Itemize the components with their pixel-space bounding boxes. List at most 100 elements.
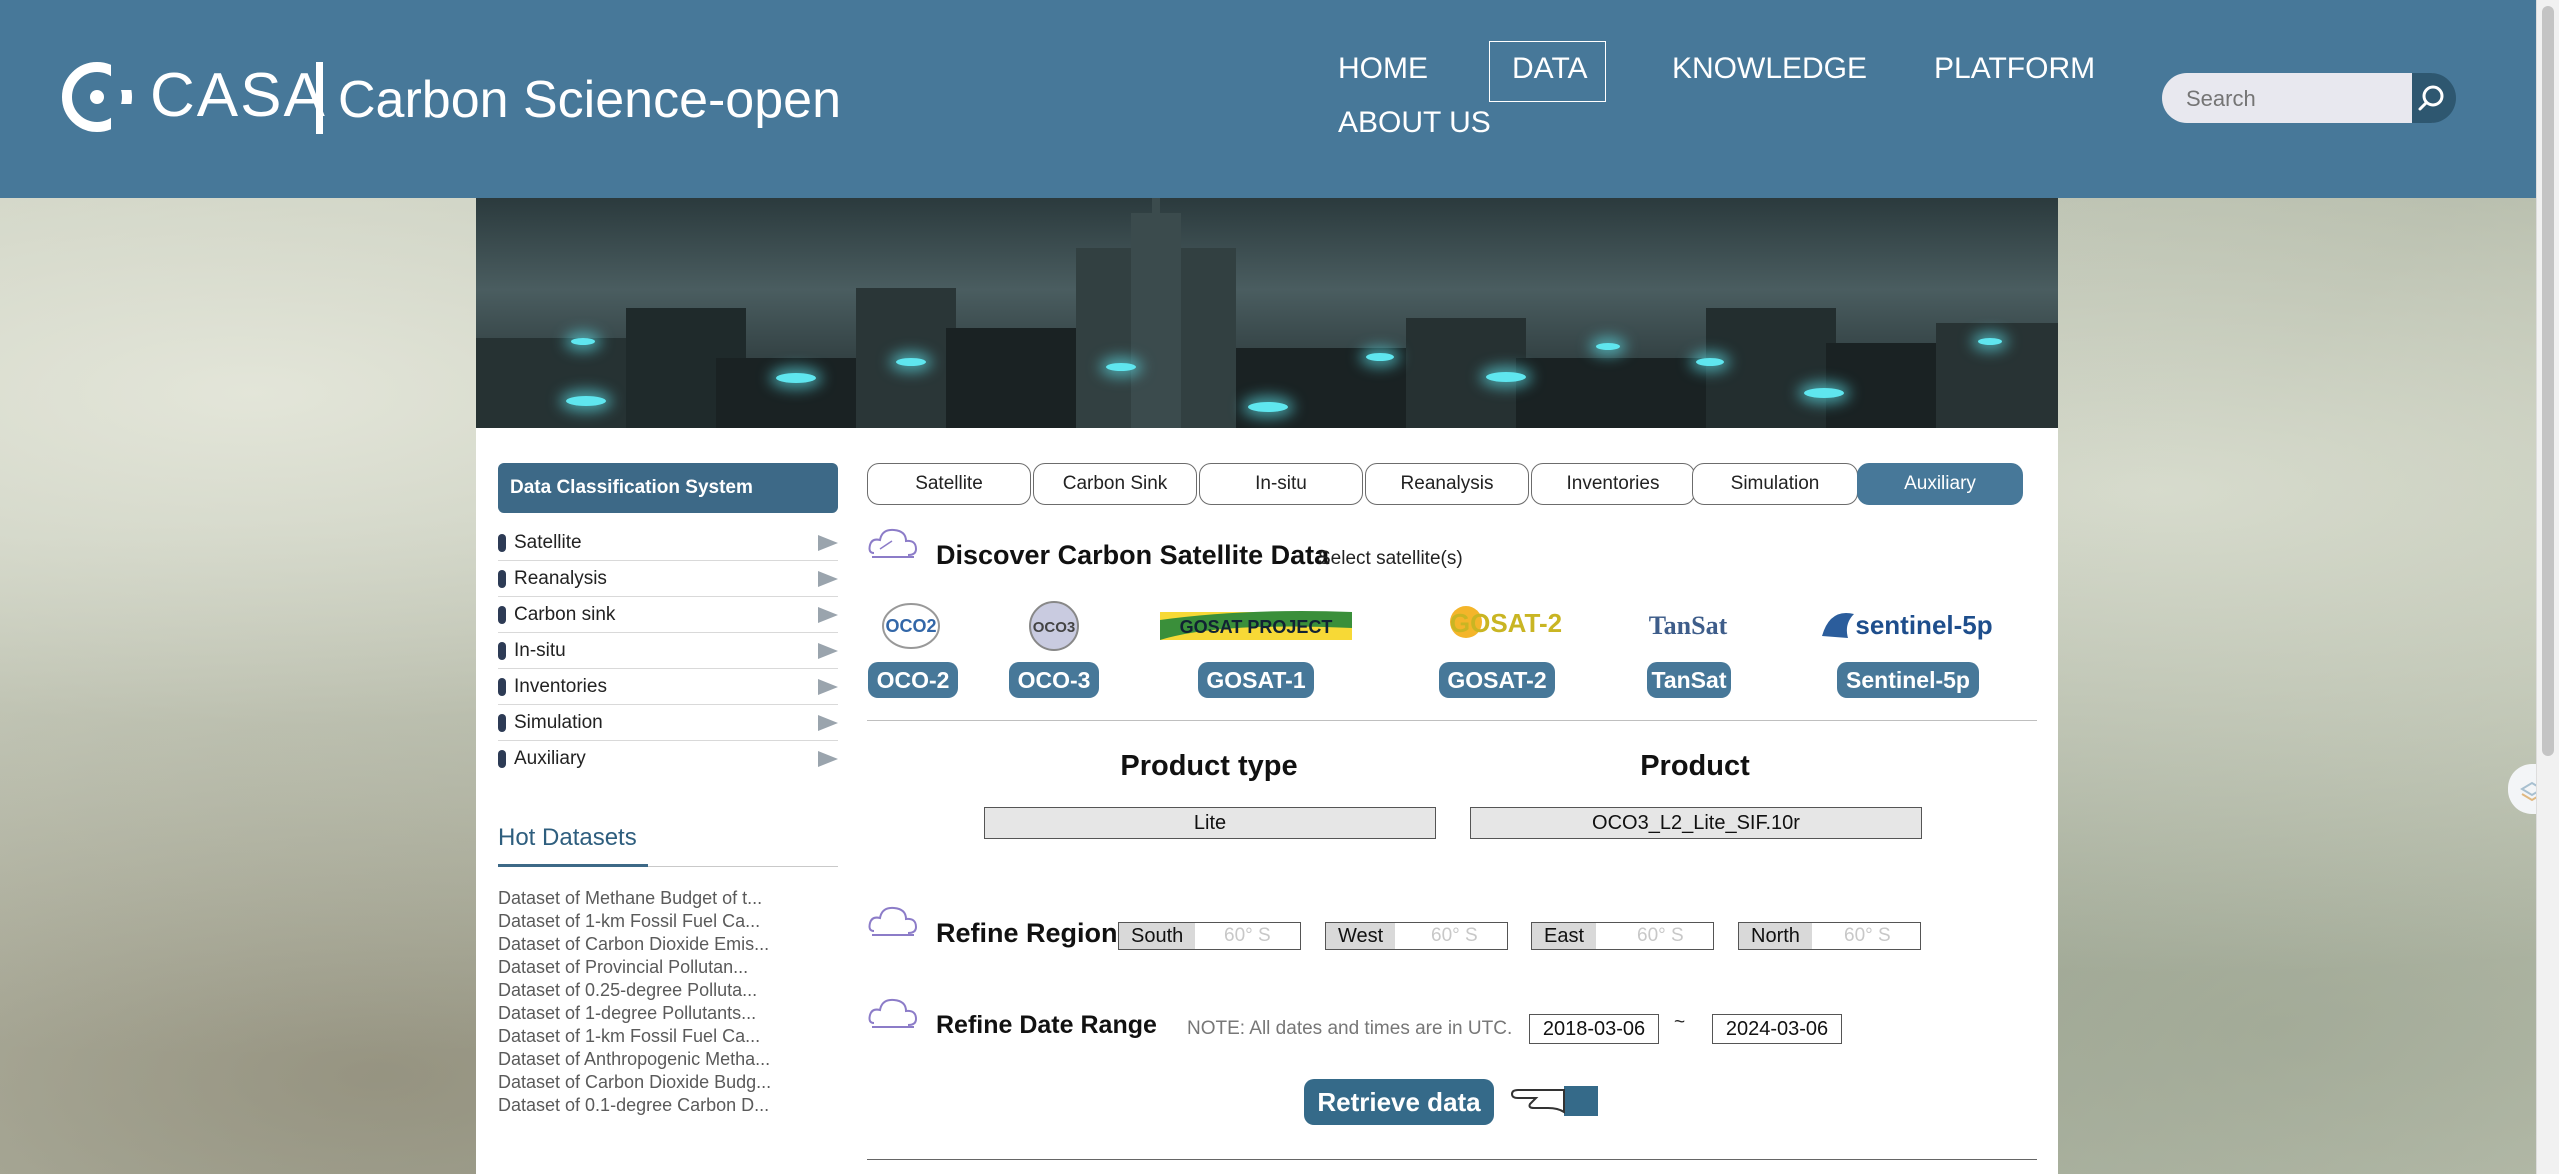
date-separator: ~ — [1674, 1012, 1686, 1033]
oco3-logo-icon[interactable]: OCO3 — [1024, 596, 1084, 656]
hot-dataset-link[interactable]: Dataset of Methane Budget of t... — [498, 888, 762, 909]
end-date-input[interactable]: 2024-03-06 — [1712, 1014, 1842, 1044]
west-label: West — [1326, 923, 1396, 949]
svg-text:OCO3: OCO3 — [1033, 619, 1076, 636]
sidebar-item-carbon-sink[interactable]: Carbon sink — [498, 598, 838, 633]
oco-2-button[interactable]: OCO-2 — [868, 662, 958, 698]
sidebar-item-label: Simulation — [514, 712, 603, 733]
tab-inventories[interactable]: Inventories — [1531, 463, 1695, 505]
hot-dataset-link[interactable]: Dataset of Anthropogenic Metha... — [498, 1049, 770, 1070]
sidebar-item-inventories[interactable]: Inventories — [498, 670, 838, 705]
north-field[interactable]: North 60° S — [1738, 922, 1921, 950]
tab-in-situ[interactable]: In-situ — [1199, 463, 1363, 505]
tab-reanalysis[interactable]: Reanalysis — [1365, 463, 1529, 505]
product-heading: Product — [1640, 750, 1750, 782]
east-input[interactable]: 60° S — [1637, 923, 1684, 949]
hot-dataset-link[interactable]: Dataset of 1-km Fossil Fuel Ca... — [498, 911, 760, 932]
sentinel-5p-button[interactable]: Sentinel-5p — [1837, 662, 1979, 698]
bullet-icon — [498, 534, 506, 552]
sidebar-item-in-situ[interactable]: In-situ — [498, 634, 838, 669]
arrow-right-icon — [818, 715, 838, 731]
hot-dataset-link[interactable]: Dataset of Carbon Dioxide Budg... — [498, 1072, 771, 1093]
tansat-button[interactable]: TanSat — [1647, 662, 1731, 698]
casa-logo-icon[interactable] — [62, 62, 132, 132]
product-type-heading: Product type — [1120, 750, 1298, 782]
arrow-right-icon — [818, 571, 838, 587]
north-input[interactable]: 60° S — [1844, 923, 1891, 949]
scrollbar[interactable] — [2536, 0, 2559, 1174]
nav-platform[interactable]: PLATFORM — [1934, 52, 2095, 86]
svg-text:GOSAT-2: GOSAT-2 — [1450, 608, 1562, 638]
sidebar-item-simulation[interactable]: Simulation — [498, 706, 838, 741]
nav-data[interactable]: DATA — [1512, 52, 1588, 86]
start-date-input[interactable]: 2018-03-06 — [1529, 1014, 1659, 1044]
product-select[interactable]: OCO3_L2_Lite_SIF.10r — [1470, 807, 1922, 839]
nav-knowledge[interactable]: KNOWLEDGE — [1672, 52, 1867, 86]
south-label: South — [1119, 923, 1196, 949]
sidebar-item-label: In-situ — [514, 640, 566, 661]
sidebar-item-label: Auxiliary — [514, 748, 586, 769]
hot-dataset-link[interactable]: Dataset of Provincial Pollutan... — [498, 957, 748, 978]
nav-about-us[interactable]: ABOUT US — [1338, 106, 1491, 140]
west-input[interactable]: 60° S — [1431, 923, 1478, 949]
south-field[interactable]: South 60° S — [1118, 922, 1301, 950]
refine-date-title: Refine Date Range — [936, 1011, 1157, 1039]
hot-dataset-link[interactable]: Dataset of Carbon Dioxide Emis... — [498, 934, 769, 955]
svg-text:TanSat: TanSat — [1649, 611, 1728, 640]
utc-note: NOTE: All dates and times are in UTC. — [1187, 1018, 1513, 1039]
sidebar-item-label: Satellite — [514, 532, 582, 553]
tab-satellite[interactable]: Satellite — [867, 463, 1031, 505]
search-box — [2162, 73, 2454, 123]
bullet-icon — [498, 678, 506, 696]
tab-carbon-sink[interactable]: Carbon Sink — [1033, 463, 1197, 505]
sidebar-item-label: Inventories — [514, 676, 607, 697]
arrow-right-icon — [818, 679, 838, 695]
arrow-right-icon — [818, 607, 838, 623]
title-underline — [498, 864, 648, 867]
tab-auxiliary[interactable]: Auxiliary — [1857, 463, 2023, 505]
north-label: North — [1739, 923, 1812, 949]
oco-3-button[interactable]: OCO-3 — [1009, 662, 1099, 698]
gosat-2-button[interactable]: GOSAT-2 — [1439, 662, 1555, 698]
divider — [867, 720, 2037, 721]
tab-simulation[interactable]: Simulation — [1692, 463, 1858, 505]
bullet-icon — [498, 606, 506, 624]
logo-text[interactable]: CASA — [150, 60, 327, 131]
bottom-divider — [867, 1159, 2037, 1160]
scrollbar-thumb[interactable] — [2542, 6, 2554, 756]
retrieve-data-button[interactable]: Retrieve data — [1304, 1079, 1494, 1125]
product-type-select[interactable]: Lite — [984, 807, 1436, 839]
west-field[interactable]: West 60° S — [1325, 922, 1508, 950]
east-label: East — [1532, 923, 1597, 949]
site-header: CASA Carbon Science-open HOME DATA KNOWL… — [0, 0, 2537, 198]
sentinel-5p-logo-icon[interactable]: sentinel-5p — [1818, 600, 1998, 652]
bullet-icon — [498, 714, 506, 732]
logo-subtitle[interactable]: Carbon Science-open — [338, 70, 841, 130]
east-field[interactable]: East 60° S — [1531, 922, 1714, 950]
south-input[interactable]: 60° S — [1224, 923, 1271, 949]
nav-home[interactable]: HOME — [1338, 52, 1428, 86]
hot-dataset-link[interactable]: Dataset of 1-km Fossil Fuel Ca... — [498, 1026, 760, 1047]
gosat-1-logo-icon[interactable]: GOSAT PROJECT — [1158, 598, 1354, 652]
cloud-satellite-icon — [868, 528, 918, 558]
sidebar-item-auxiliary[interactable]: Auxiliary — [498, 742, 838, 777]
gosat-2-logo-icon[interactable]: GOSAT-2 — [1426, 596, 1578, 656]
pointing-hand-icon — [1510, 1086, 1598, 1116]
oco2-logo-icon[interactable]: OCO2 — [878, 596, 944, 656]
tansat-logo-icon[interactable]: TanSat — [1638, 596, 1744, 656]
svg-text:sentinel-5p: sentinel-5p — [1855, 610, 1992, 640]
arrow-right-icon — [818, 643, 838, 659]
bullet-icon — [498, 642, 506, 660]
sidebar-item-reanalysis[interactable]: Reanalysis — [498, 562, 838, 597]
hot-datasets-title: Hot Datasets — [498, 824, 637, 851]
hot-dataset-link[interactable]: Dataset of 0.1-degree Carbon D... — [498, 1095, 769, 1116]
hot-dataset-link[interactable]: Dataset of 1-degree Pollutants... — [498, 1003, 756, 1024]
search-input[interactable] — [2184, 83, 2388, 115]
sidebar-item-satellite[interactable]: Satellite — [498, 526, 838, 561]
sidebar-item-label: Carbon sink — [514, 604, 616, 625]
search-button[interactable] — [2412, 73, 2456, 123]
arrow-right-icon — [818, 751, 838, 767]
gosat-1-button[interactable]: GOSAT-1 — [1198, 662, 1314, 698]
hot-dataset-link[interactable]: Dataset of 0.25-degree Polluta... — [498, 980, 757, 1001]
bullet-icon — [498, 750, 506, 768]
